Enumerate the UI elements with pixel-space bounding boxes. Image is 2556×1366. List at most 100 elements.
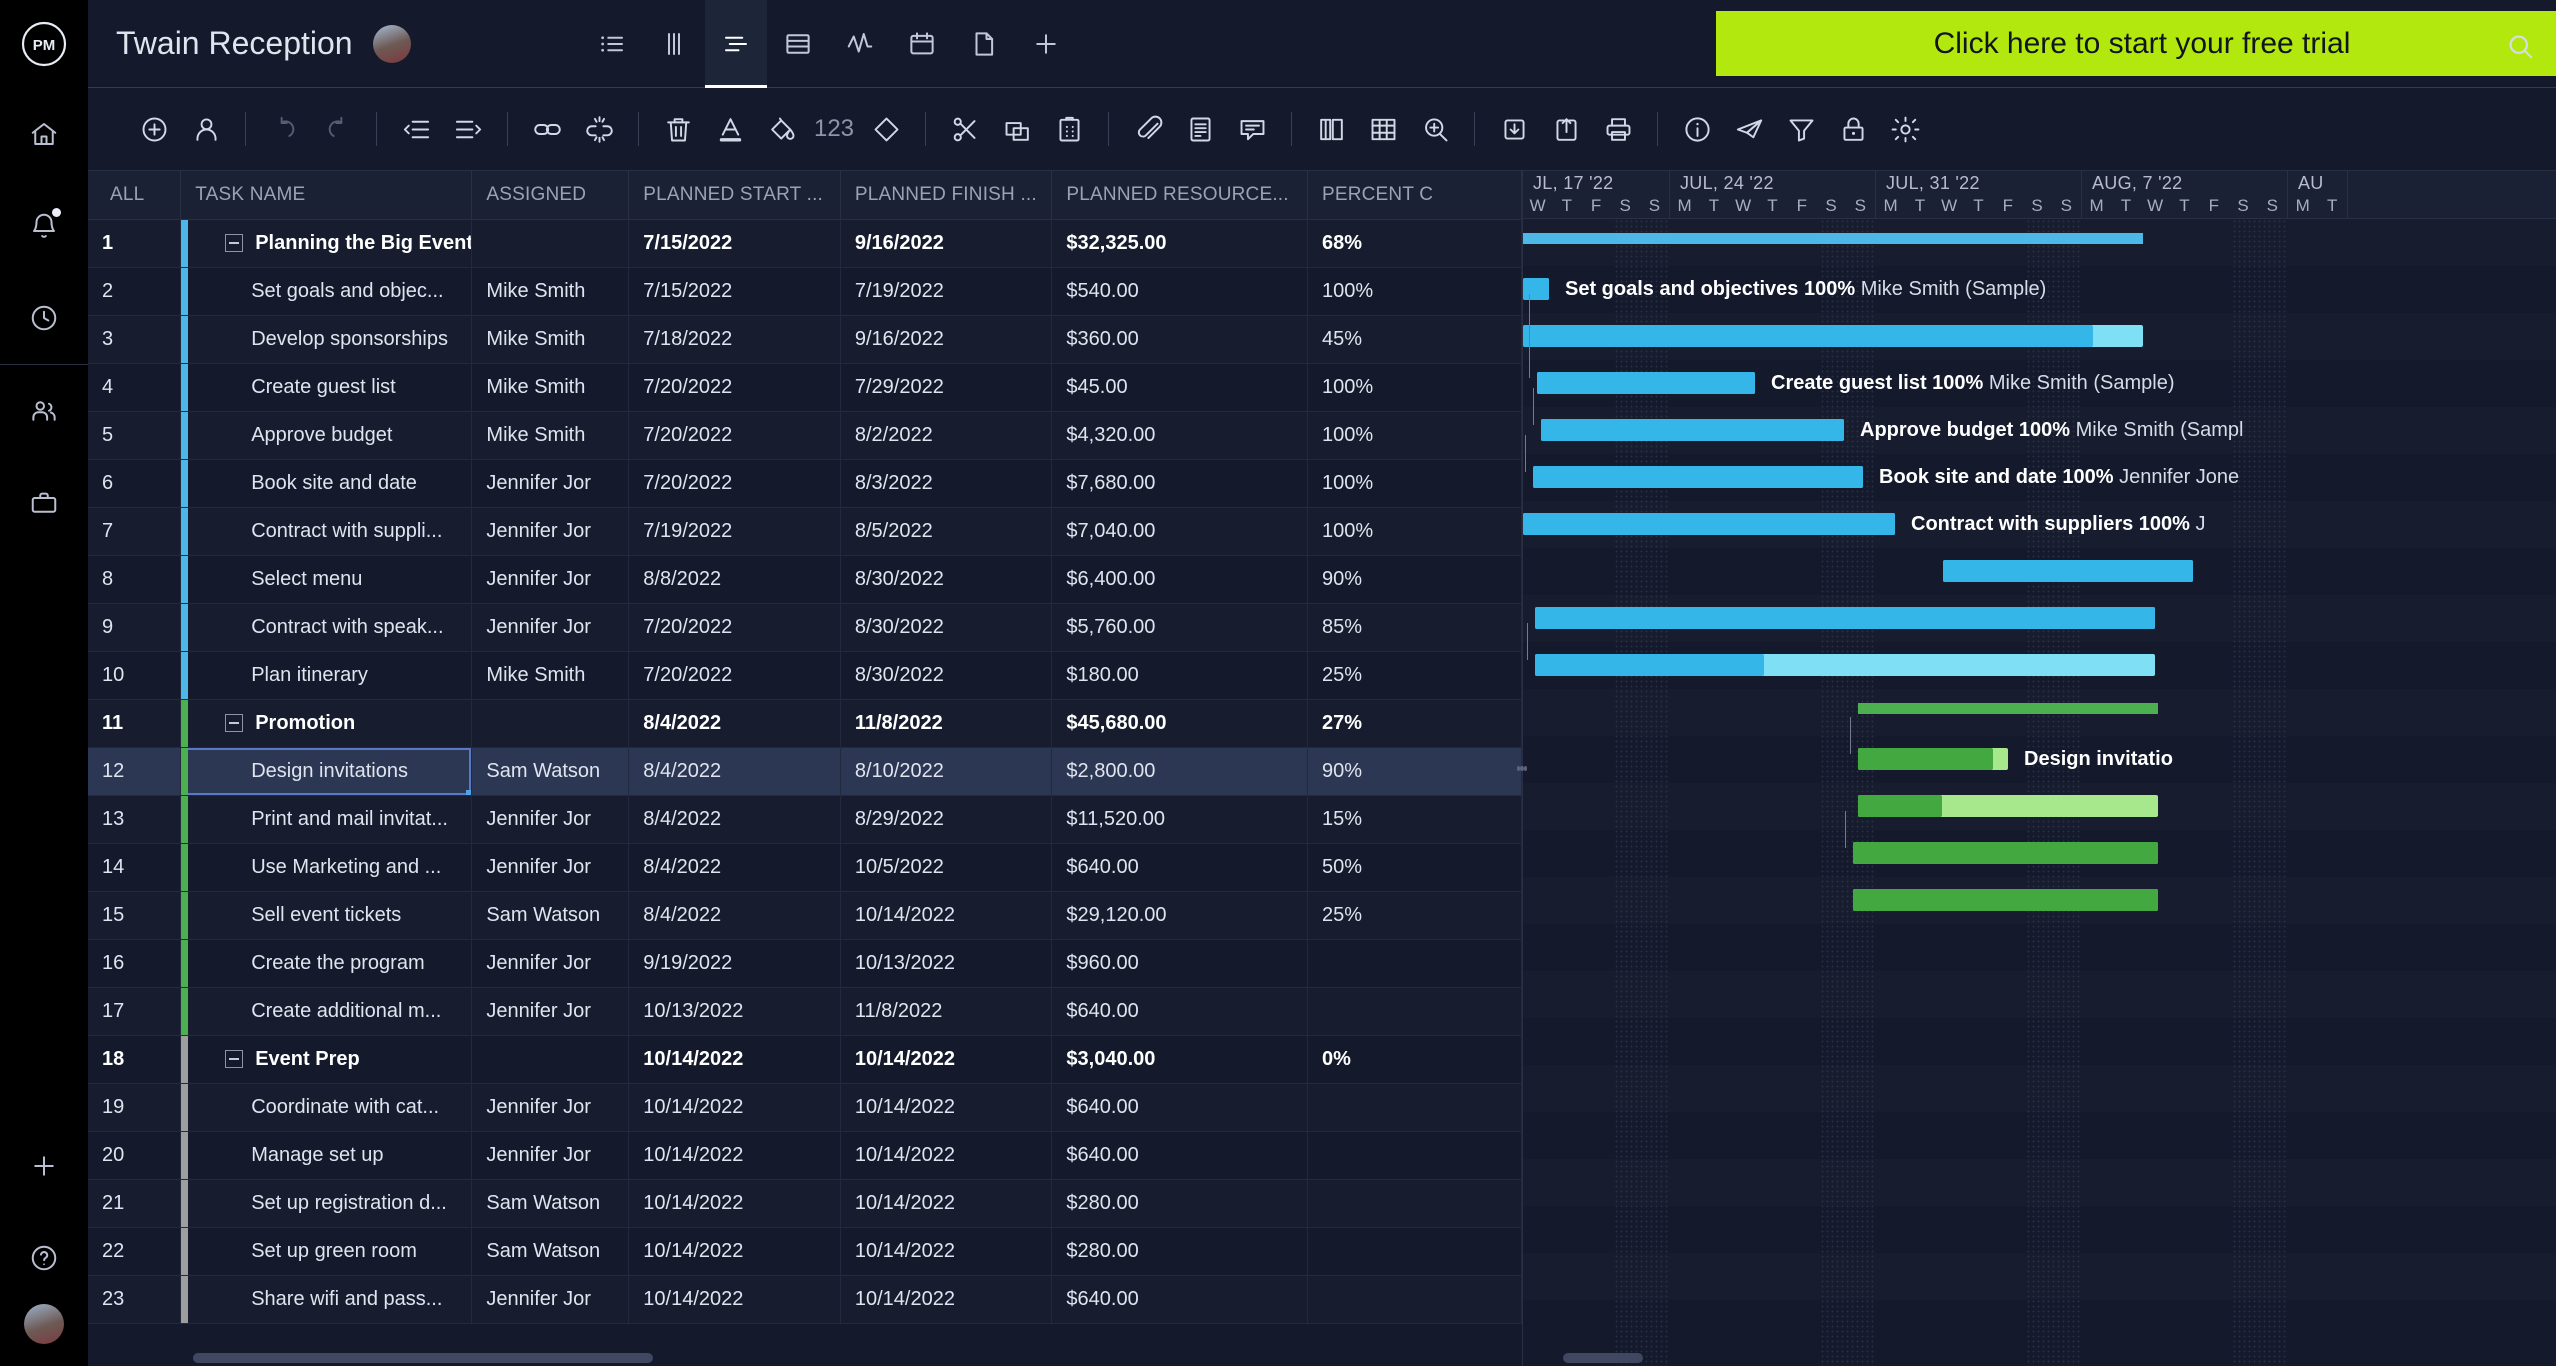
- task-name-cell[interactable]: Book site and date: [180, 459, 473, 508]
- column-header-assigned[interactable]: ASSIGNED: [471, 171, 630, 220]
- collapse-toggle-icon[interactable]: [225, 234, 244, 252]
- gantt-summary-bar[interactable]: [1523, 233, 2143, 244]
- planned-start-cell[interactable]: 8/4/2022: [628, 699, 841, 748]
- comment-button[interactable]: [1226, 103, 1278, 155]
- planned-finish-cell[interactable]: 10/5/2022: [840, 843, 1053, 892]
- outdent-button[interactable]: [390, 103, 442, 155]
- planned-resource-cell[interactable]: $32,325.00: [1051, 219, 1308, 268]
- copy-button[interactable]: [991, 103, 1043, 155]
- task-name-cell[interactable]: Select menu: [180, 555, 473, 604]
- percent-complete-cell[interactable]: 15%: [1307, 795, 1523, 844]
- sidebar-item-add[interactable]: [0, 1120, 88, 1212]
- planned-resource-cell[interactable]: $960.00: [1051, 939, 1308, 988]
- assigned-cell[interactable]: [471, 1035, 630, 1084]
- gantt-task-bar[interactable]: [1535, 607, 2155, 629]
- percent-complete-cell[interactable]: 85%: [1307, 603, 1523, 652]
- planned-finish-cell[interactable]: 9/16/2022: [840, 315, 1053, 364]
- planned-start-cell[interactable]: 7/20/2022: [628, 603, 841, 652]
- assigned-cell[interactable]: Sam Watson: [471, 1227, 630, 1276]
- assigned-cell[interactable]: Jennifer Jor: [471, 939, 630, 988]
- paste-button[interactable]: [1043, 103, 1095, 155]
- notes-button[interactable]: [1174, 103, 1226, 155]
- grid-horizontal-scrollbar[interactable]: [193, 1353, 1513, 1363]
- sidebar-item-notifications[interactable]: [0, 180, 88, 272]
- zoom-in-button[interactable]: [1409, 103, 1461, 155]
- table-row[interactable]: 9 Contract with speak... Jennifer Jor 7/20/…: [88, 603, 1523, 652]
- planned-resource-cell[interactable]: $6,400.00: [1051, 555, 1308, 604]
- table-row[interactable]: 5 Approve budget Mike Smith 7/20/2022 8/2/20…: [88, 411, 1523, 460]
- table-row[interactable]: 11 Promotion 8/4/2022 11/8/2022 $45,680.00 27…: [88, 699, 1523, 748]
- task-name-cell[interactable]: Set goals and objec...: [180, 267, 473, 316]
- task-name-cell[interactable]: Manage set up: [180, 1131, 473, 1180]
- delete-button[interactable]: [652, 103, 704, 155]
- assigned-cell[interactable]: Mike Smith: [471, 651, 630, 700]
- number-format-button[interactable]: 123: [808, 103, 860, 155]
- collapse-toggle-icon[interactable]: [225, 1050, 244, 1068]
- task-name-cell[interactable]: Sell event tickets: [180, 891, 473, 940]
- percent-complete-cell[interactable]: 50%: [1307, 843, 1523, 892]
- indent-button[interactable]: [442, 103, 494, 155]
- assigned-cell[interactable]: [471, 219, 630, 268]
- table-row[interactable]: 23 Share wifi and pass... Jennifer Jor 10/1…: [88, 1275, 1523, 1324]
- task-name-cell[interactable]: Contract with suppli...: [180, 507, 473, 556]
- gantt-task-bar[interactable]: [1537, 372, 1755, 394]
- percent-complete-cell[interactable]: 25%: [1307, 651, 1523, 700]
- planned-start-cell[interactable]: 10/14/2022: [628, 1035, 841, 1084]
- task-name-cell[interactable]: Contract with speak...: [180, 603, 473, 652]
- planned-start-cell[interactable]: 7/20/2022: [628, 363, 841, 412]
- planned-start-cell[interactable]: 8/4/2022: [628, 747, 841, 796]
- percent-complete-cell[interactable]: 90%: [1307, 747, 1523, 796]
- table-row[interactable]: 17 Create additional m... Jennifer Jor 10/1…: [88, 987, 1523, 1036]
- user-avatar-rail[interactable]: [24, 1304, 64, 1344]
- tab-board[interactable]: [643, 0, 705, 88]
- gantt-task-bar[interactable]: [1858, 795, 2158, 817]
- table-row[interactable]: 22 Set up green room Sam Watson 10/14/2022 1…: [88, 1227, 1523, 1276]
- percent-complete-cell[interactable]: 100%: [1307, 507, 1523, 556]
- planned-start-cell[interactable]: 8/8/2022: [628, 555, 841, 604]
- table-row[interactable]: 4 Create guest list Mike Smith 7/20/2022 7/2…: [88, 363, 1523, 412]
- percent-complete-cell[interactable]: 45%: [1307, 315, 1523, 364]
- planned-start-cell[interactable]: 8/4/2022: [628, 795, 841, 844]
- assigned-cell[interactable]: Jennifer Jor: [471, 795, 630, 844]
- assigned-cell[interactable]: Mike Smith: [471, 315, 630, 364]
- assigned-cell[interactable]: Sam Watson: [471, 1179, 630, 1228]
- gantt-task-bar[interactable]: [1858, 748, 2008, 770]
- planned-resource-cell[interactable]: $180.00: [1051, 651, 1308, 700]
- link-tasks-button[interactable]: [521, 103, 573, 155]
- assigned-cell[interactable]: Jennifer Jor: [471, 1275, 630, 1324]
- task-name-cell[interactable]: Approve budget: [180, 411, 473, 460]
- planned-finish-cell[interactable]: 8/5/2022: [840, 507, 1053, 556]
- sidebar-item-timesheets[interactable]: [0, 272, 88, 364]
- settings-button[interactable]: [1879, 103, 1931, 155]
- planned-finish-cell[interactable]: 10/13/2022: [840, 939, 1053, 988]
- planned-resource-cell[interactable]: $5,760.00: [1051, 603, 1308, 652]
- planned-finish-cell[interactable]: 10/14/2022: [840, 891, 1053, 940]
- planned-finish-cell[interactable]: 10/14/2022: [840, 1227, 1053, 1276]
- gantt-task-bar[interactable]: [1853, 889, 2158, 911]
- planned-resource-cell[interactable]: $11,520.00: [1051, 795, 1308, 844]
- fill-color-button[interactable]: [756, 103, 808, 155]
- planned-finish-cell[interactable]: 10/14/2022: [840, 1179, 1053, 1228]
- assigned-cell[interactable]: [471, 699, 630, 748]
- unlink-tasks-button[interactable]: [573, 103, 625, 155]
- percent-complete-cell[interactable]: [1307, 939, 1523, 988]
- gantt-task-bar[interactable]: [1523, 513, 1895, 535]
- table-row[interactable]: 1 Planning the Big Event 7/15/2022 9/16/202…: [88, 219, 1523, 268]
- filter-button[interactable]: [1775, 103, 1827, 155]
- planned-start-cell[interactable]: 9/19/2022: [628, 939, 841, 988]
- planned-resource-cell[interactable]: $540.00: [1051, 267, 1308, 316]
- gantt-bars-area[interactable]: Set goals and objectives 100% Mike Smith…: [1523, 219, 2556, 1366]
- percent-complete-cell[interactable]: [1307, 987, 1523, 1036]
- lock-button[interactable]: [1827, 103, 1879, 155]
- planned-start-cell[interactable]: 10/13/2022: [628, 987, 841, 1036]
- assigned-cell[interactable]: Jennifer Jor: [471, 987, 630, 1036]
- planned-start-cell[interactable]: 10/14/2022: [628, 1131, 841, 1180]
- planned-resource-cell[interactable]: $7,680.00: [1051, 459, 1308, 508]
- percent-complete-cell[interactable]: 68%: [1307, 219, 1523, 268]
- table-row[interactable]: 16 Create the program Jennifer Jor 9/19/202…: [88, 939, 1523, 988]
- planned-finish-cell[interactable]: 10/14/2022: [840, 1275, 1053, 1324]
- column-header-resource[interactable]: PLANNED RESOURCE...: [1051, 171, 1308, 220]
- planned-resource-cell[interactable]: $360.00: [1051, 315, 1308, 364]
- tab-pages[interactable]: [953, 0, 1015, 88]
- info-button[interactable]: [1671, 103, 1723, 155]
